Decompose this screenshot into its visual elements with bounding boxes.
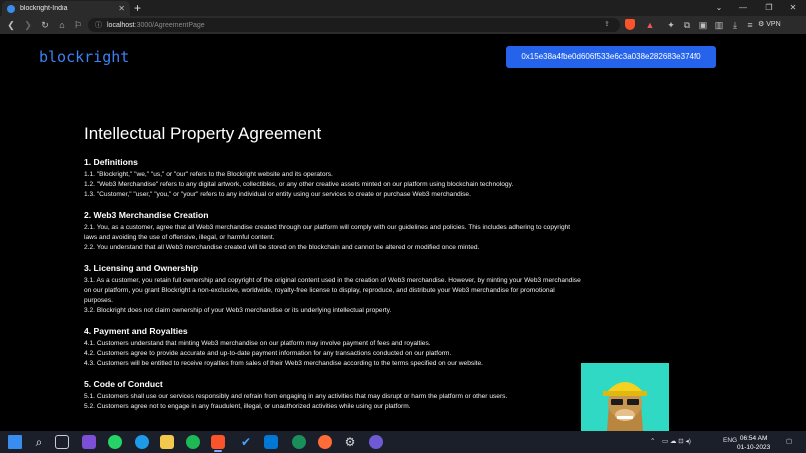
- clause-text: 5.1. Customers shall use our services re…: [84, 393, 508, 400]
- maximize-icon[interactable]: ❐: [756, 0, 782, 16]
- clock-date: 01-10-2023: [737, 444, 771, 451]
- clause-text: 3.2. Blockright does not claim ownership…: [84, 307, 392, 314]
- download-icon[interactable]: ⤓: [729, 19, 741, 31]
- clause-text: 1.3. "Customer," "user," "you," or "your…: [84, 191, 471, 198]
- windows-taskbar: ⌕ ✔ ⚙ ⌃ ▭ ☁ ⊡ ◂) ENG 06:54 AM 01-10-2023…: [0, 431, 806, 453]
- agreement-section: 4. Payment and Royalties 4.1. Customers u…: [84, 326, 584, 369]
- section-heading: 5. Code of Conduct: [84, 379, 163, 389]
- clause-text: 5.2. Customers agree not to engage in an…: [84, 403, 411, 410]
- language-indicator[interactable]: ENG: [723, 437, 737, 444]
- agreement-section: 3. Licensing and Ownership 3.1. As a cust…: [84, 263, 584, 316]
- url-host: localhost: [107, 21, 135, 29]
- back-icon[interactable]: ❮: [5, 19, 17, 31]
- bookmark-icon[interactable]: ⚐: [72, 19, 84, 31]
- whatsapp-icon[interactable]: [108, 435, 122, 449]
- brave-rewards-icon[interactable]: ▲: [644, 19, 656, 31]
- tray-chevron-icon[interactable]: ⌃: [650, 437, 655, 445]
- clause-text: 3.1. As a customer, you retain full owne…: [84, 277, 581, 304]
- url-path: :3000/AgreementPage: [134, 21, 205, 29]
- file-explorer-icon[interactable]: [160, 435, 174, 449]
- clause-text: 1.2. "Web3 Merchandise" refers to any di…: [84, 181, 514, 188]
- tray-apps-icon[interactable]: ▭ ☁ ⊡ ◂): [662, 437, 691, 445]
- extensions-icon[interactable]: ⧉: [681, 19, 693, 31]
- browser-tab[interactable]: blockright-India ✕: [2, 1, 130, 16]
- notifications-icon[interactable]: ▢: [786, 437, 792, 445]
- minimize-icon[interactable]: —: [730, 0, 756, 16]
- clause-text: 2.2. You understand that all Web3 mercha…: [84, 244, 480, 251]
- page-content: blockright 0x15e38a4fbe0d606f533e6c3a038…: [0, 34, 806, 431]
- tab-strip: blockright-India ✕ + ⌄ — ❐ ✕: [0, 0, 806, 16]
- spotify-icon[interactable]: [186, 435, 200, 449]
- obs-icon[interactable]: [369, 435, 383, 449]
- nft-ape-image: [581, 363, 669, 431]
- leo-icon[interactable]: ✦: [665, 19, 677, 31]
- section-heading: 4. Payment and Royalties: [84, 326, 188, 336]
- clause-text: 4.2. Customers agree to provide accurate…: [84, 350, 452, 357]
- section-heading: 2. Web3 Merchandise Creation: [84, 210, 209, 220]
- close-window-icon[interactable]: ✕: [780, 0, 806, 16]
- wallet-address-button[interactable]: 0x15e38a4fbe0d606f533e6c3a038e282683e374…: [506, 46, 716, 68]
- clause-text: 4.3. Customers will be entitled to recei…: [84, 360, 483, 367]
- clock-time: 06:54 AM: [739, 435, 768, 442]
- task-view-icon[interactable]: [55, 435, 69, 449]
- clause-text: 2.1. You, as a customer, agree that all …: [84, 224, 571, 241]
- vpn-button[interactable]: ⚙ VPN: [758, 20, 781, 28]
- brave-shields-icon[interactable]: [625, 19, 635, 30]
- vscode-icon[interactable]: [264, 435, 278, 449]
- agreement-content: Intellectual Property Agreement 1. Defin…: [84, 124, 584, 422]
- windows-start-icon[interactable]: [8, 435, 22, 449]
- agreement-section: 1. Definitions 1.1. "Blockright," "we," "…: [84, 157, 584, 200]
- section-heading: 3. Licensing and Ownership: [84, 263, 199, 273]
- agreement-section: 2. Web3 Merchandise Creation 2.1. You, as…: [84, 210, 584, 253]
- system-clock[interactable]: 06:54 AM 01-10-2023: [737, 434, 770, 452]
- clause-text: 4.1. Customers understand that minting W…: [84, 340, 431, 347]
- wallet-icon[interactable]: ▣: [697, 19, 709, 31]
- home-icon[interactable]: ⌂: [56, 19, 68, 31]
- todo-icon[interactable]: ✔: [239, 435, 253, 449]
- site-favicon-icon: [7, 4, 15, 13]
- site-logo[interactable]: blockright: [39, 48, 129, 66]
- forward-icon[interactable]: ❯: [22, 19, 34, 31]
- postman-icon[interactable]: [318, 435, 332, 449]
- page-title: Intellectual Property Agreement: [84, 124, 322, 143]
- tab-title: blockright-India: [20, 5, 68, 12]
- settings-icon[interactable]: ⚙: [343, 435, 357, 449]
- brave-taskbar-icon[interactable]: [211, 435, 225, 452]
- onenote-icon[interactable]: [82, 435, 96, 449]
- new-tab-icon[interactable]: +: [134, 1, 141, 15]
- vpn-label: VPN: [766, 21, 781, 28]
- mongodb-compass-icon[interactable]: [292, 435, 306, 449]
- agreement-section: 5. Code of Conduct 5.1. Customers shall u…: [84, 379, 584, 412]
- tab-search-icon[interactable]: ⌄: [706, 0, 732, 16]
- section-heading: 1. Definitions: [84, 157, 138, 167]
- edge-icon[interactable]: [135, 435, 149, 449]
- agreement-sections: 1. Definitions 1.1. "Blockright," "we," "…: [84, 157, 584, 412]
- menu-icon[interactable]: ≡: [744, 19, 756, 31]
- clause-text: 1.1. "Blockright," "we," "us," or "our" …: [84, 171, 333, 178]
- browser-toolbar: ❮ ❯ ↻ ⌂ ⚐ ⓘ localhost :3000/AgreementPag…: [0, 16, 806, 34]
- address-bar[interactable]: ⓘ localhost :3000/AgreementPage: [88, 18, 620, 32]
- sidebar-icon[interactable]: ▥: [713, 19, 725, 31]
- close-tab-icon[interactable]: ✕: [118, 4, 125, 13]
- site-info-icon[interactable]: ⓘ: [95, 20, 102, 30]
- reload-icon[interactable]: ↻: [39, 19, 51, 31]
- search-icon[interactable]: ⌕: [32, 435, 46, 449]
- share-icon[interactable]: ⇪: [604, 20, 610, 28]
